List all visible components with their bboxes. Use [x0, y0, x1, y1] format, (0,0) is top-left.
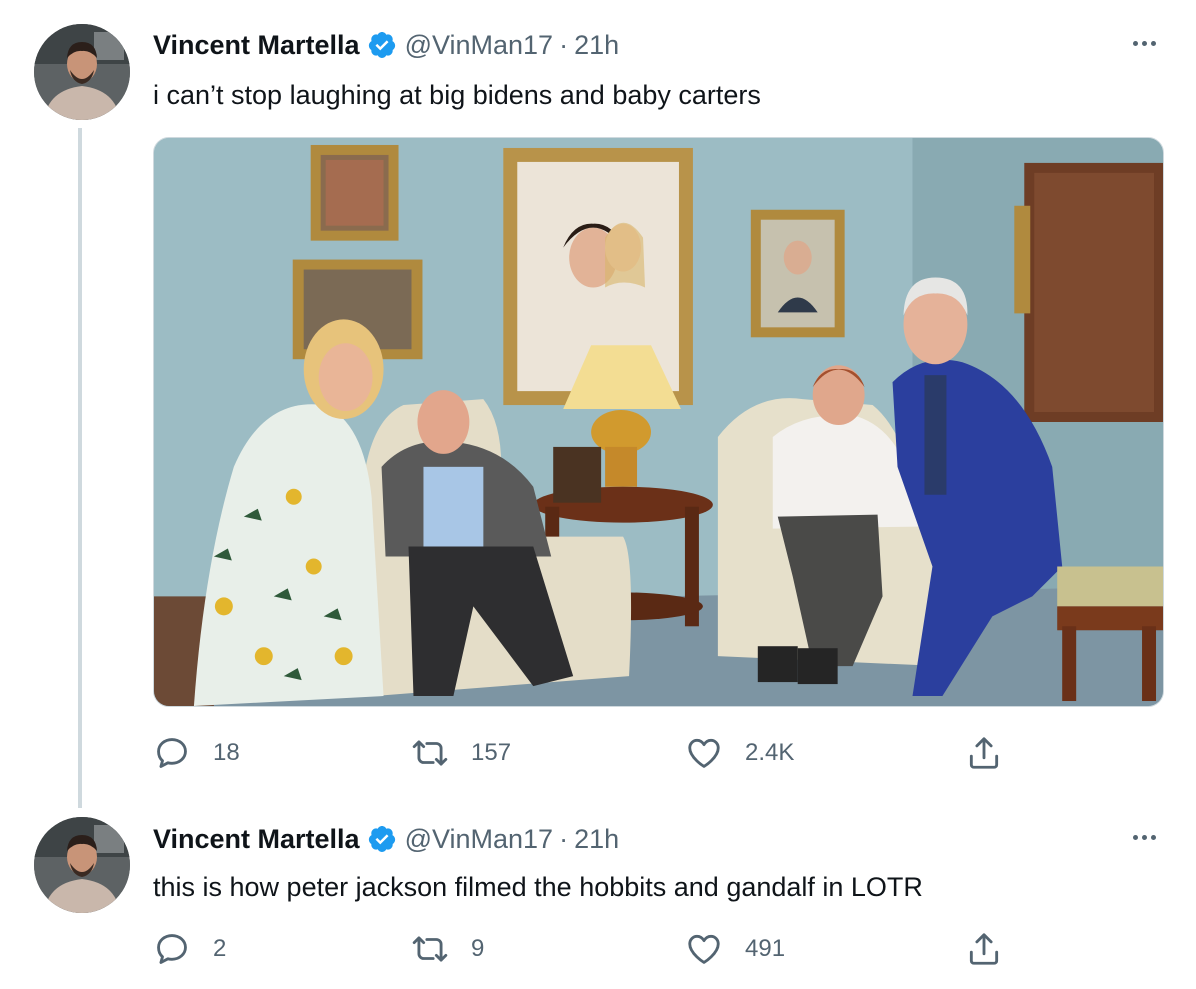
timestamp[interactable]: 21h — [574, 30, 619, 61]
separator-dot: · — [559, 823, 569, 854]
tweet-photo[interactable] — [153, 137, 1164, 707]
share-icon — [969, 737, 999, 769]
reply-button[interactable]: 2 — [153, 929, 226, 969]
share-button[interactable] — [965, 929, 1003, 969]
reply-icon — [157, 934, 187, 964]
author-name[interactable]: Vincent Martella — [153, 824, 360, 855]
tweet-text: i can’t stop laughing at big bidens and … — [153, 80, 761, 110]
like-button[interactable]: 491 — [685, 929, 785, 969]
retweet-button[interactable]: 9 — [411, 929, 484, 969]
more-options-icon[interactable] — [1124, 824, 1164, 850]
tweet-text: this is how peter jackson filmed the hob… — [153, 872, 923, 902]
verified-badge-icon — [368, 826, 395, 852]
retweet-count: 9 — [471, 935, 485, 962]
reply-count: 18 — [213, 739, 240, 766]
avatar-image — [34, 24, 130, 120]
photo-image — [154, 138, 1163, 706]
tweet-header: Vincent Martella @VinMan17 · 21h — [153, 25, 619, 65]
avatar-image — [34, 817, 130, 913]
like-count: 491 — [745, 935, 786, 962]
author-handle[interactable]: @VinMan17 — [405, 30, 554, 61]
tweet-header: Vincent Martella @VinMan17 · 21h — [153, 819, 619, 859]
avatar[interactable] — [34, 24, 130, 120]
like-icon — [688, 934, 720, 964]
verified-badge-icon — [368, 32, 395, 58]
tweet[interactable]: Vincent Martella @VinMan17 · 21h this is… — [0, 808, 1196, 989]
like-button[interactable]: 2.4K — [685, 733, 794, 773]
timestamp[interactable]: 21h — [574, 824, 619, 855]
avatar[interactable] — [34, 817, 130, 913]
more-options-icon[interactable] — [1124, 30, 1164, 56]
tweet[interactable]: Vincent Martella @VinMan17 · 21h i can’t… — [0, 0, 1196, 808]
retweet-button[interactable]: 157 — [411, 733, 511, 773]
reply-icon — [157, 738, 187, 768]
tweet-actions: 18 157 2.4K — [153, 733, 1013, 773]
like-count: 2.4K — [745, 739, 795, 766]
reply-button[interactable]: 18 — [153, 733, 240, 773]
retweet-icon — [412, 936, 448, 962]
reply-count: 2 — [213, 935, 227, 962]
share-icon — [969, 933, 999, 965]
thread-line — [78, 128, 82, 808]
retweet-count: 157 — [471, 739, 512, 766]
tweet-actions: 2 9 491 — [153, 929, 1013, 969]
author-name[interactable]: Vincent Martella — [153, 30, 360, 61]
share-button[interactable] — [965, 733, 1003, 773]
author-handle[interactable]: @VinMan17 — [405, 824, 554, 855]
separator-dot: · — [559, 29, 569, 60]
like-icon — [688, 738, 720, 768]
retweet-icon — [412, 740, 448, 766]
